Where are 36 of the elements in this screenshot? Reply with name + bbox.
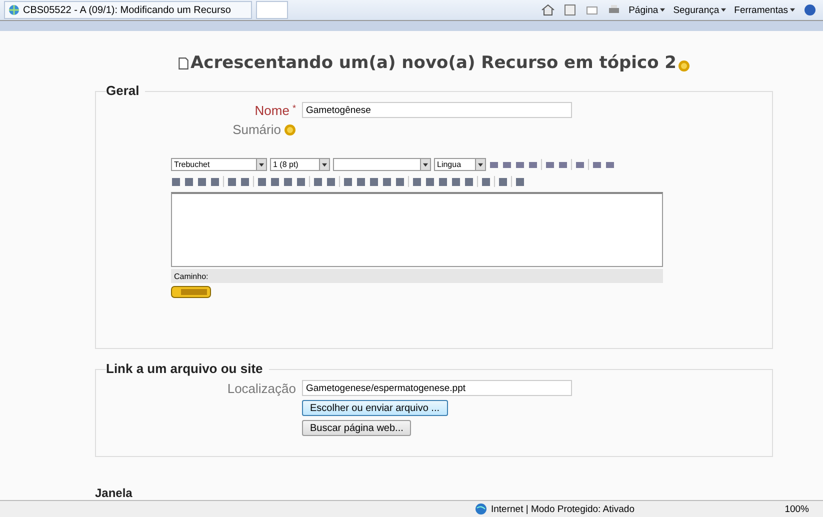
command-menu[interactable]: Página	[628, 4, 666, 16]
caret-icon	[322, 162, 327, 166]
section-legend: Link a um arquivo ou site	[106, 361, 269, 376]
editor-area[interactable]	[171, 192, 663, 267]
caret-icon	[721, 8, 726, 12]
globe-icon	[8, 4, 20, 16]
field-label: Localização	[227, 380, 296, 396]
caret-icon	[259, 162, 264, 166]
globe-icon	[475, 503, 487, 515]
language-select[interactable]: Lingua	[434, 158, 486, 171]
field-label: Sumário	[232, 122, 281, 137]
command-menu[interactable]: Segurança	[673, 4, 726, 16]
format-select[interactable]	[333, 158, 431, 171]
font-select[interactable]: Trebuchet	[171, 158, 267, 171]
caret-icon	[660, 8, 666, 12]
tab-title: CBS05522 - A (09/1): Modificando um Recurso	[23, 4, 231, 16]
path-label: Caminho:	[174, 272, 208, 280]
size-select[interactable]: 1 (8 pt)	[270, 158, 330, 171]
field-label: Nome	[254, 102, 290, 118]
form-button[interactable]: Buscar página web...	[302, 420, 412, 436]
document-icon	[178, 56, 190, 70]
security-zone: Internet | Modo Protegido: Ativado	[491, 504, 634, 514]
print-icon[interactable]	[606, 4, 621, 16]
section-legend: Geral	[106, 83, 146, 98]
required-mark: *	[292, 102, 296, 112]
heading-text: Acrescentando um(a) novo(a) Recurso em tópico 2	[190, 53, 677, 73]
caret-icon	[790, 8, 795, 12]
caret-icon	[478, 162, 483, 166]
location-field[interactable]: Gametogenese/espermatogenese.ppt	[302, 380, 572, 396]
browser-tab[interactable]: CBS05522 - A (09/1): Modificando um Recurso	[4, 1, 252, 19]
home-icon[interactable]	[540, 4, 555, 16]
form-button[interactable]: Escolher ou enviar arquivo ...	[302, 400, 448, 416]
command-menu[interactable]: Ferramentas	[734, 4, 795, 16]
name-field[interactable]: Gametogênese	[302, 102, 572, 118]
zoom-level[interactable]: 100%	[784, 504, 809, 514]
caret-icon	[423, 162, 428, 166]
